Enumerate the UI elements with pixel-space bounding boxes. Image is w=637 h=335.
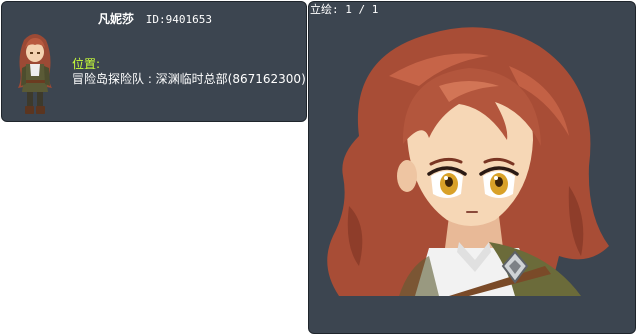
character-sprite-image [18,34,52,114]
portrait-counter: 立绘: 1 / 1 [310,3,379,16]
character-name: 凡妮莎 [97,12,134,26]
npc-info-panel: 凡妮莎 ID:9401653 位置: 冒险岛探险队 : 深渊临时总部(86716… [1,1,307,122]
character-id: ID:9401653 [145,13,213,26]
character-portrait-image [327,27,609,296]
location-label: 位置: [72,57,101,71]
portrait-panel: 立绘: 1 / 1 [308,1,636,334]
location-value: 冒险岛探险队 : 深渊临时总部(867162300) [72,72,306,86]
name-row: 凡妮莎 ID:9401653 [2,10,308,28]
